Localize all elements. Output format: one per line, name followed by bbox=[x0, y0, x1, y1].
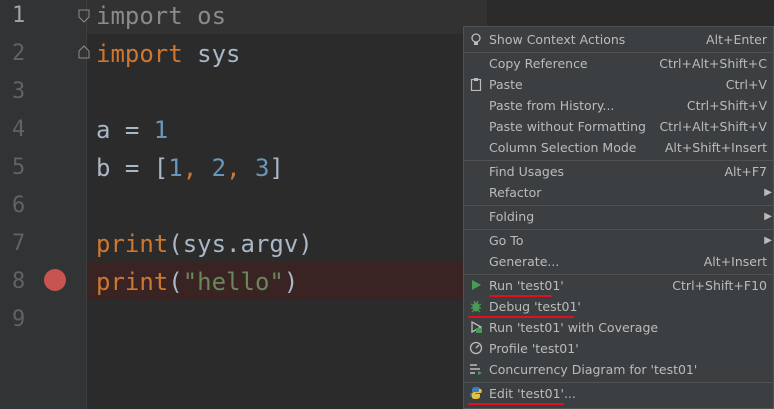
code-text: , bbox=[226, 154, 255, 182]
menu-item-label: Refactor bbox=[489, 185, 542, 200]
menu-item-paste-from-history[interactable]: Paste from History... Ctrl+Shift+V bbox=[464, 95, 773, 116]
menu-item-copy-reference[interactable]: Copy Reference Ctrl+Alt+Shift+C bbox=[464, 53, 773, 74]
code-text: os bbox=[182, 2, 227, 30]
line-number: 4 bbox=[12, 117, 26, 142]
submenu-arrow-icon: ▶ bbox=[764, 211, 772, 222]
menu-item-run[interactable]: Run 'test01' Ctrl+Shift+F10 bbox=[464, 275, 773, 296]
menu-item-shortcut: Alt+F7 bbox=[724, 164, 767, 179]
code-text: sys bbox=[182, 40, 241, 68]
profile-icon bbox=[469, 341, 483, 355]
menu-item-refactor[interactable]: Refactor ▶ bbox=[464, 182, 773, 203]
menu-item-concurrency-diagram[interactable]: Concurrency Diagram for 'test01' bbox=[464, 359, 773, 380]
menu-item-edit-configuration[interactable]: Edit 'test01'... bbox=[464, 383, 773, 404]
coverage-icon bbox=[471, 320, 483, 334]
code-text: ( bbox=[168, 268, 183, 296]
menu-item-generate[interactable]: Generate... Alt+Insert bbox=[464, 251, 773, 272]
menu-item-go-to[interactable]: Go To ▶ bbox=[464, 230, 773, 251]
menu-item-label: Run 'test01' with Coverage bbox=[489, 320, 659, 335]
code-line-8[interactable]: print("hello") bbox=[96, 263, 298, 301]
menu-item-paste-without-formatting[interactable]: Paste without Formatting Ctrl+Alt+Shift+… bbox=[464, 116, 773, 137]
menu-item-debug[interactable]: Debug 'test01' bbox=[464, 296, 773, 317]
submenu-arrow-icon: ▶ bbox=[764, 235, 772, 246]
line-number: 8 bbox=[12, 269, 26, 294]
number-literal: 3 bbox=[254, 154, 270, 182]
line-number: 6 bbox=[12, 193, 26, 218]
concurrency-icon bbox=[470, 364, 482, 375]
fold-end-icon[interactable] bbox=[78, 45, 90, 59]
annotation-underline bbox=[468, 403, 564, 405]
menu-item-label: Folding bbox=[489, 209, 535, 224]
gutter-separator bbox=[86, 0, 87, 409]
menu-item-label: Debug 'test01' bbox=[489, 299, 581, 314]
code-line-2[interactable]: import sys bbox=[96, 35, 241, 73]
menu-item-shortcut: Ctrl+Alt+Shift+V bbox=[659, 119, 767, 134]
menu-item-label: Paste without Formatting bbox=[489, 119, 646, 134]
string-literal: "hello" bbox=[182, 268, 284, 296]
bulb-icon bbox=[471, 33, 481, 45]
keyword: import bbox=[96, 2, 183, 30]
menu-item-label: Run 'test01' bbox=[489, 278, 564, 293]
builtin-call: print bbox=[96, 268, 169, 296]
menu-item-label: Go To bbox=[489, 233, 524, 248]
menu-item-profile[interactable]: Profile 'test01' bbox=[464, 338, 773, 359]
python-icon bbox=[470, 387, 482, 399]
menu-item-shortcut: Alt+Enter bbox=[706, 32, 767, 47]
code-text: a = bbox=[96, 116, 154, 144]
menu-item-label: Profile 'test01' bbox=[489, 341, 579, 356]
menu-item-label: Show Context Actions bbox=[489, 32, 626, 47]
menu-item-shortcut: Ctrl+Alt+Shift+C bbox=[659, 56, 767, 71]
code-line-1[interactable]: import os bbox=[96, 0, 226, 35]
code-text: ] bbox=[269, 154, 284, 182]
fold-start-icon[interactable] bbox=[78, 9, 90, 23]
code-line-7[interactable]: print(sys.argv) bbox=[96, 225, 313, 263]
menu-item-show-context-actions[interactable]: Show Context Actions Alt+Enter bbox=[464, 29, 773, 50]
number-literal: 1 bbox=[168, 154, 183, 182]
line-number: 7 bbox=[12, 231, 26, 256]
submenu-arrow-icon: ▶ bbox=[764, 187, 772, 198]
number-literal: 1 bbox=[153, 116, 169, 144]
line-number: 2 bbox=[12, 41, 26, 66]
context-menu: Show Context Actions Alt+Enter Copy Refe… bbox=[463, 26, 774, 409]
code-text: , bbox=[182, 154, 212, 182]
line-number: 3 bbox=[12, 79, 26, 104]
menu-item-shortcut: Ctrl+Shift+V bbox=[686, 98, 767, 113]
menu-item-shortcut: Alt+Insert bbox=[703, 254, 767, 269]
menu-item-column-selection-mode[interactable]: Column Selection Mode Alt+Shift+Insert bbox=[464, 137, 773, 158]
code-text: ) bbox=[283, 268, 299, 296]
line-number: 5 bbox=[12, 155, 26, 180]
menu-item-label: Paste from History... bbox=[489, 98, 615, 113]
number-literal: 2 bbox=[211, 154, 227, 182]
code-line-5[interactable]: b = [1, 2, 3] bbox=[96, 149, 284, 187]
menu-item-label: Find Usages bbox=[489, 164, 565, 179]
menu-item-label: Column Selection Mode bbox=[489, 140, 637, 155]
menu-item-label: Concurrency Diagram for 'test01' bbox=[489, 362, 698, 377]
clipboard-icon bbox=[470, 78, 482, 91]
menu-item-shortcut: Ctrl+V bbox=[725, 77, 767, 92]
menu-item-run-with-coverage[interactable]: Run 'test01' with Coverage bbox=[464, 317, 773, 338]
menu-item-shortcut: Alt+Shift+Insert bbox=[664, 140, 767, 155]
code-text: b = [ bbox=[96, 154, 169, 182]
menu-item-find-usages[interactable]: Find Usages Alt+F7 bbox=[464, 161, 773, 182]
menu-item-shortcut: Ctrl+Shift+F10 bbox=[672, 278, 767, 293]
menu-item-folding[interactable]: Folding ▶ bbox=[464, 206, 773, 227]
menu-item-label: Generate... bbox=[489, 254, 560, 269]
line-number: 9 bbox=[12, 307, 26, 332]
debug-icon bbox=[470, 300, 482, 313]
line-number: 1 bbox=[12, 3, 26, 28]
code-text: (sys.argv) bbox=[168, 230, 313, 258]
keyword: import bbox=[96, 40, 183, 68]
code-line-4[interactable]: a = 1 bbox=[96, 111, 168, 149]
builtin-call: print bbox=[96, 230, 169, 258]
menu-item-label: Paste bbox=[489, 77, 523, 92]
menu-item-label: Edit 'test01'... bbox=[489, 386, 576, 401]
breakpoint-icon[interactable] bbox=[44, 269, 66, 291]
menu-item-label: Copy Reference bbox=[489, 56, 588, 71]
run-icon bbox=[472, 280, 481, 290]
menu-item-paste[interactable]: Paste Ctrl+V bbox=[464, 74, 773, 95]
